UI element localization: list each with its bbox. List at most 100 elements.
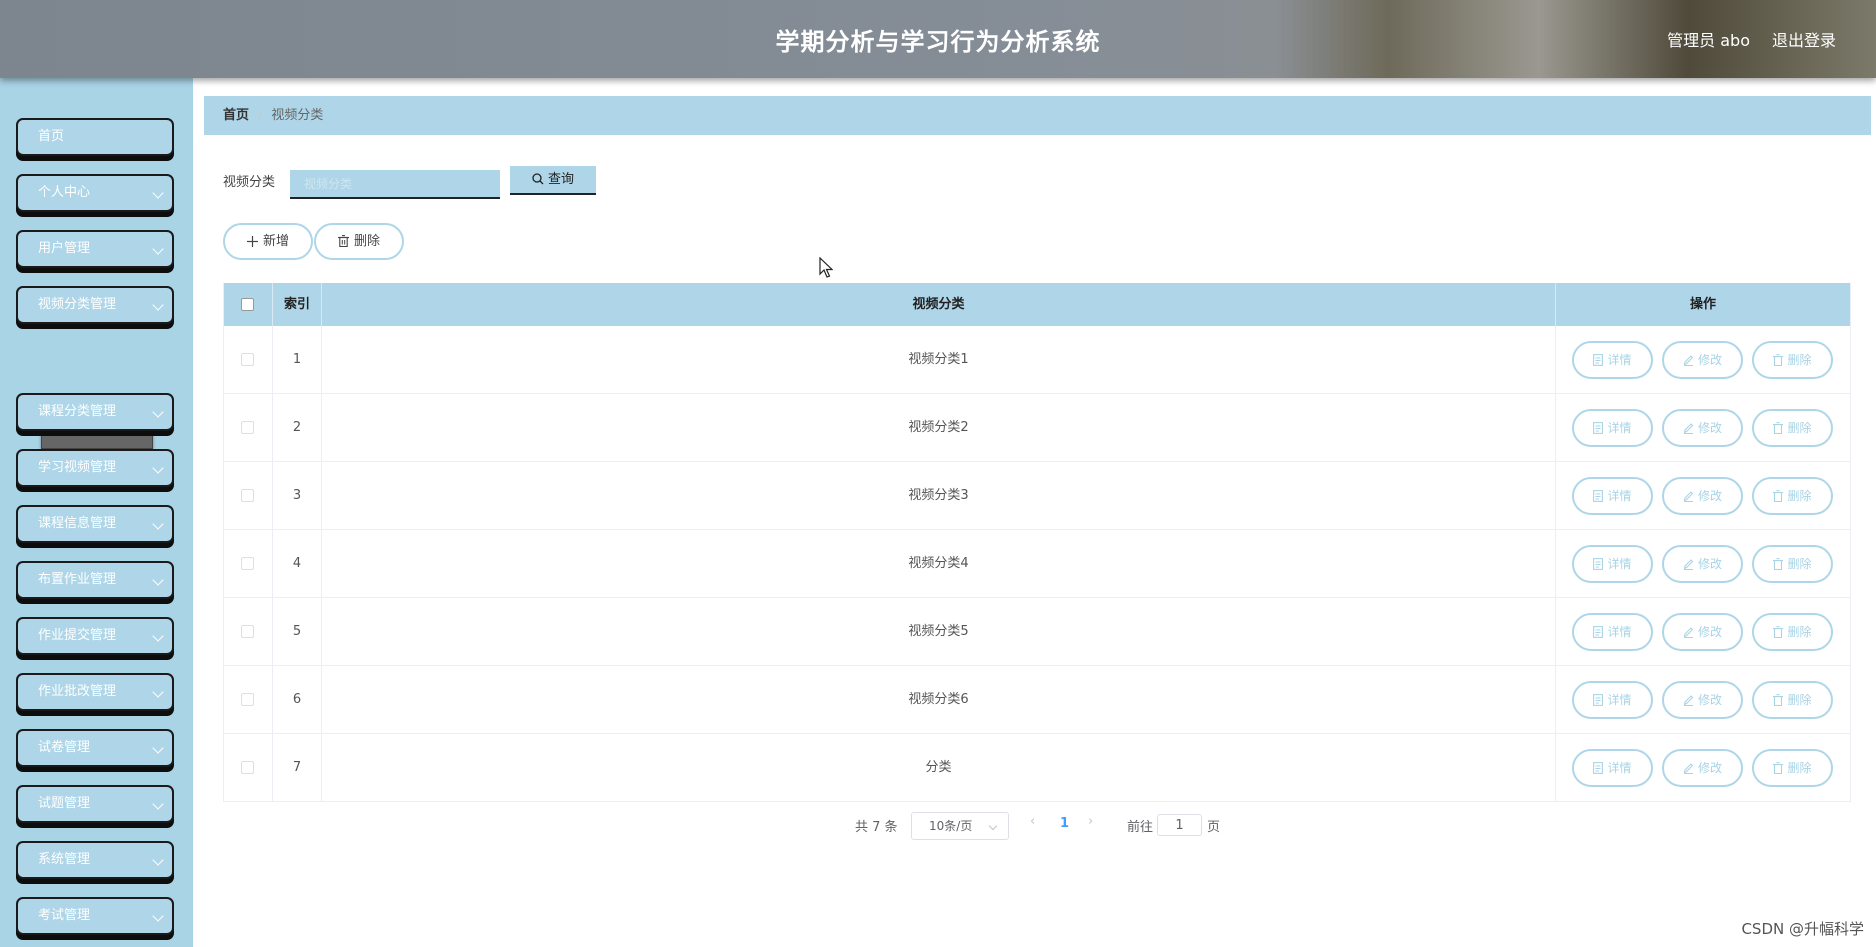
document-icon [1593,422,1604,434]
batch-delete-button[interactable]: 删除 [314,223,404,260]
sidebar-item-course-info-management[interactable]: 课程信息管理 [16,505,174,543]
pagination-total: 共 7 条 [855,820,898,835]
chevron-down-icon [152,910,164,922]
detail-button[interactable]: 详情 [1572,545,1653,583]
prev-page-icon[interactable]: ‹ [1030,814,1035,829]
delete-button[interactable]: 删除 [1752,545,1833,583]
goto-suffix: 页 [1207,820,1221,835]
sidebar-item-home[interactable]: 首页 [16,118,174,156]
row-check-cell [224,530,273,597]
delete-button[interactable]: 删除 [1752,409,1833,447]
sidebar-item-exam-management[interactable]: 考试管理 [16,897,174,935]
edit-button-label: 修改 [1697,353,1722,367]
edit-icon [1683,695,1694,706]
row-checkbox[interactable] [241,557,254,570]
sidebar-item-course-category-management[interactable]: 课程分类管理 [16,393,174,431]
sidebar-item-video-category-management[interactable]: 视频分类管理 [16,286,174,324]
sidebar-item-personal-center[interactable]: 个人中心 [16,174,174,212]
sidebar-item-exam-paper-management[interactable]: 试卷管理 [16,729,174,767]
row-checkbox[interactable] [241,421,254,434]
sidebar-item-homework-grading-management[interactable]: 作业批改管理 [16,673,174,711]
edit-button[interactable]: 修改 [1662,341,1743,379]
row-ops: 详情 修改 删除 [1556,394,1850,461]
detail-button[interactable]: 详情 [1572,681,1653,719]
sidebar-item-label: 用户管理 [38,241,91,256]
sidebar-item-homework-submit-management[interactable]: 作业提交管理 [16,617,174,655]
query-button[interactable]: 查询 [510,166,596,195]
chevron-down-icon [988,821,998,831]
row-index: 4 [273,530,322,597]
trash-icon [1773,558,1784,571]
delete-button[interactable]: 删除 [1752,613,1833,651]
detail-button[interactable]: 详情 [1572,749,1653,787]
trash-icon [1773,354,1784,367]
sidebar-item-study-video-management[interactable]: 学习视频管理 [16,449,174,487]
chevron-down-icon [152,462,164,474]
chevron-down-icon [152,299,164,311]
detail-button[interactable]: 详情 [1572,477,1653,515]
app-header: 学期分析与学习行为分析系统 管理员 abo 退出登录 [0,0,1876,78]
row-check-cell [224,462,273,529]
edit-button[interactable]: 修改 [1662,613,1743,651]
breadcrumb-separator: / [258,108,263,123]
sidebar-item-label: 视频分类管理 [38,297,117,312]
sidebar-item-label: 课程分类管理 [38,404,117,419]
delete-button-label: 删除 [1787,557,1812,571]
detail-button[interactable]: 详情 [1572,341,1653,379]
next-page-icon[interactable]: › [1088,814,1093,829]
select-all-checkbox[interactable] [241,298,254,311]
delete-button[interactable]: 删除 [1752,681,1833,719]
row-checkbox[interactable] [241,693,254,706]
plus-icon [246,236,258,247]
sidebar-item-label: 作业批改管理 [38,684,117,699]
edit-button[interactable]: 修改 [1662,477,1743,515]
search-input[interactable] [290,170,500,199]
edit-button[interactable]: 修改 [1662,409,1743,447]
page-size-select[interactable]: 10条/页 [911,812,1009,840]
edit-button[interactable]: 修改 [1662,749,1743,787]
page-number[interactable]: 1 [1060,816,1069,831]
edit-icon [1683,491,1694,502]
detail-button[interactable]: 详情 [1572,409,1653,447]
row-index: 6 [273,666,322,733]
query-button-label: 查询 [547,172,574,187]
delete-button[interactable]: 删除 [1752,477,1833,515]
data-table: 索引 视频分类 操作 1 视频分类1 详情 修改 删除 2 视频分类2 详情 修改 删除 3 视频分类… [223,283,1851,802]
search-icon [532,173,544,185]
chevron-down-icon [152,854,164,866]
breadcrumb-home[interactable]: 首页 [223,108,249,123]
chevron-down-icon [152,406,164,418]
table-row: 5 视频分类5 详情 修改 删除 [224,598,1850,666]
edit-button[interactable]: 修改 [1662,681,1743,719]
sidebar-item-user-management[interactable]: 用户管理 [16,230,174,268]
table-row: 6 视频分类6 详情 修改 删除 [224,666,1850,734]
logout-link[interactable]: 退出登录 [1772,27,1836,51]
delete-button-label: 删除 [1787,693,1812,707]
detail-button[interactable]: 详情 [1572,613,1653,651]
row-checkbox[interactable] [241,489,254,502]
row-checkbox[interactable] [241,761,254,774]
delete-button-label: 删除 [1787,421,1812,435]
row-checkbox[interactable] [241,625,254,638]
edit-button[interactable]: 修改 [1662,545,1743,583]
delete-button[interactable]: 删除 [1752,341,1833,379]
table-header: 索引 视频分类 操作 [224,283,1850,326]
row-checkbox[interactable] [241,353,254,366]
watermark: CSDN @升幅科学 [1741,920,1864,938]
table-row: 4 视频分类4 详情 修改 删除 [224,530,1850,598]
row-ops: 详情 修改 删除 [1556,734,1850,801]
sidebar-item-system-management[interactable]: 系统管理 [16,841,174,879]
row-index: 7 [273,734,322,801]
document-icon [1593,762,1604,774]
delete-button-label: 删除 [1787,489,1812,503]
search-label: 视频分类 [223,175,276,190]
detail-button-label: 详情 [1607,761,1632,775]
delete-button[interactable]: 删除 [1752,749,1833,787]
detail-button-label: 详情 [1607,489,1632,503]
add-button[interactable]: 新增 [223,223,313,260]
sidebar-item-assign-homework-management[interactable]: 布置作业管理 [16,561,174,599]
row-name: 视频分类3 [322,462,1556,529]
detail-button-label: 详情 [1607,421,1632,435]
goto-page-input[interactable] [1157,814,1202,836]
admin-label: 管理员 abo [1667,31,1750,50]
